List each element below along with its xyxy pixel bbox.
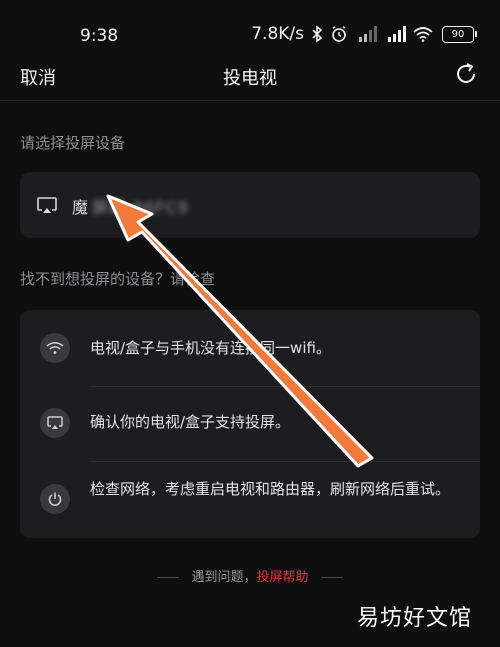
footer-line-left [157,577,180,578]
device-name-visible: 魔 [72,198,89,217]
bluetooth-icon [311,25,323,43]
tip-text: 检查网络，考虑重启电视和路由器，刷新网络后重试。 [90,480,451,498]
tip-item-cast: 确认你的电视/盒子支持投屏。 [20,387,480,461]
select-device-label: 请选择投屏设备 [20,134,126,152]
tip-item-wifi: 电视/盒子与手机没有连接同一wifi。 [20,310,480,386]
cast-icon [40,408,70,438]
wifi-icon [40,333,70,363]
power-icon [40,484,70,514]
signal-icon [355,26,377,42]
cast-icon [36,195,58,215]
wifi-icon [413,26,433,42]
footer-line-right [320,577,343,578]
tip-text: 确认你的电视/盒子支持投屏。 [90,413,291,431]
network-speed: 7.8K/s [251,24,304,44]
page-title: 投电视 [223,68,277,89]
not-found-label: 找不到想投屏的设备？请检查 [20,270,216,288]
battery-indicator: 90 [442,25,477,43]
help-link[interactable]: 投屏帮助 [257,570,309,585]
tips-card: 电视/盒子与手机没有连接同一wifi。 确认你的电视/盒子支持投屏。 检查网络，… [20,310,480,538]
refresh-icon[interactable] [452,60,480,88]
help-footer: 遇到问题，投屏帮助 [0,566,500,585]
alarm-icon [330,25,348,43]
signal-icon [384,26,406,42]
tip-text: 电视/盒子与手机没有连接同一wifi。 [90,339,331,357]
watermark: 易坊好文馆 [356,606,472,631]
status-icons: 7.8K/s 90 [251,24,477,44]
header: 取消 投电视 [0,58,500,100]
device-name-obscured: 屏幕-86FC9 [92,198,189,217]
tip-item-power: 检查网络，考虑重启电视和路由器，刷新网络后重试。 [20,462,480,538]
device-name: 魔屏幕-86FC9 [72,194,189,218]
status-time: 9:38 [80,26,119,46]
status-bar: 9:38 7.8K/s 90 [0,0,500,64]
device-item[interactable]: 魔屏幕-86FC9 [20,172,480,238]
header-divider [0,100,500,101]
footer-prefix: 遇到问题， [191,570,257,585]
